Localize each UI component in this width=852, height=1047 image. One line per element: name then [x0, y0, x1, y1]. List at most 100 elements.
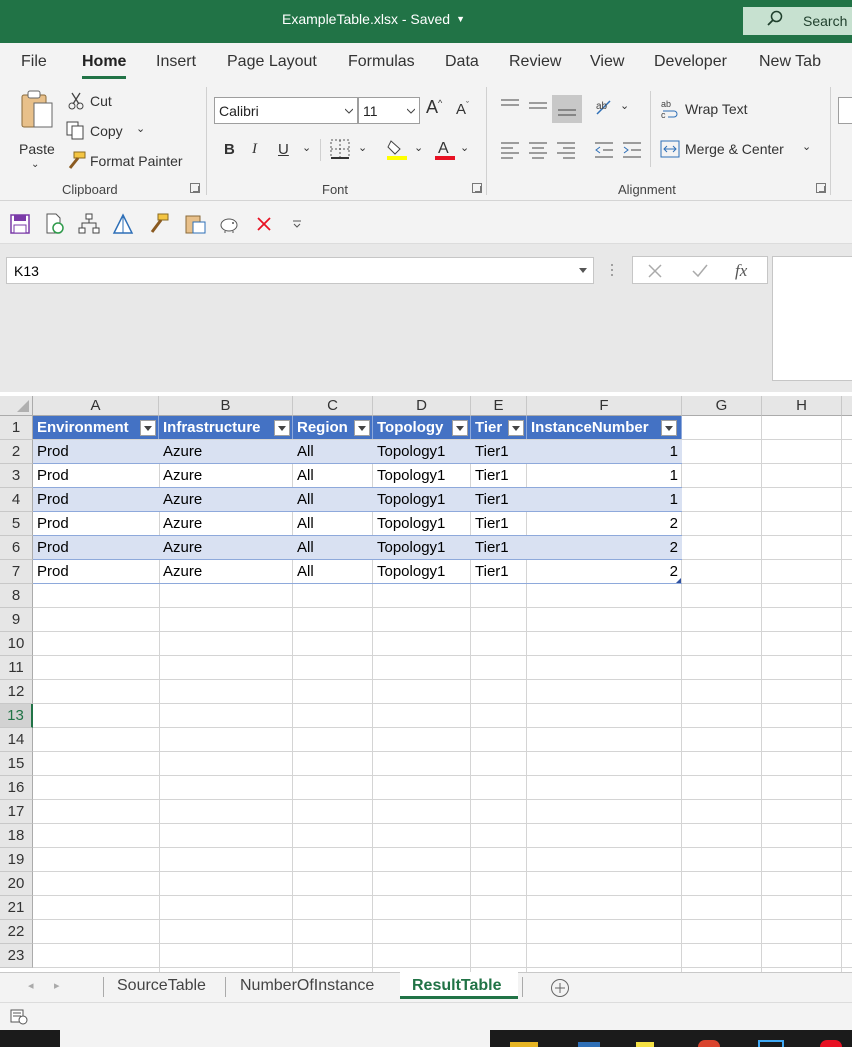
align-bottom-button[interactable] — [552, 95, 582, 123]
decrease-indent-icon[interactable] — [594, 141, 614, 159]
table-header-cell[interactable]: Infrastructure — [159, 416, 293, 439]
taskbar-app-icon[interactable] — [698, 1040, 720, 1047]
table-cell[interactable]: Prod — [33, 440, 159, 463]
table-cell[interactable]: Topology1 — [373, 560, 471, 583]
taskbar-app-icon[interactable] — [758, 1040, 784, 1047]
row-header[interactable]: 6 — [0, 536, 33, 560]
underline-dropdown-icon[interactable]: ⌄ — [302, 141, 311, 154]
row-header[interactable]: 3 — [0, 464, 33, 488]
row-header[interactable]: 22 — [0, 920, 33, 944]
fill-color-dropdown-icon[interactable]: ⌄ — [414, 141, 423, 154]
refresh-document-icon[interactable] — [44, 213, 66, 235]
add-sheet-icon[interactable] — [550, 978, 570, 998]
align-top-icon[interactable] — [500, 98, 520, 114]
row-header[interactable]: 5 — [0, 512, 33, 536]
table-cell[interactable]: All — [293, 536, 373, 559]
table-cell[interactable]: Prod — [33, 512, 159, 535]
piggy-bank-icon[interactable] — [218, 214, 240, 234]
sheet-tab-sourcetable[interactable]: SourceTable — [117, 977, 206, 995]
taskbar-app-icon[interactable] — [636, 1042, 654, 1047]
table-cell[interactable]: Azure — [159, 560, 293, 583]
insert-function-icon[interactable]: fx — [735, 261, 747, 281]
select-all-button[interactable] — [0, 396, 33, 416]
table-cell[interactable]: Tier1 — [471, 560, 527, 583]
macro-recording-icon[interactable] — [10, 1009, 28, 1025]
row-header[interactable]: 18 — [0, 824, 33, 848]
number-format-combo[interactable] — [838, 97, 852, 124]
filter-dropdown-icon[interactable] — [274, 420, 290, 436]
clipboard-launcher-icon[interactable] — [190, 183, 200, 193]
start-area[interactable] — [0, 1030, 60, 1047]
align-center-icon[interactable] — [528, 141, 548, 159]
table-cell[interactable]: Topology1 — [373, 488, 471, 511]
table-header-cell[interactable]: Region — [293, 416, 373, 439]
table-header-cell[interactable]: Topology — [373, 416, 471, 439]
table-cell[interactable]: Tier1 — [471, 440, 527, 463]
merge-dropdown-icon[interactable]: ⌄ — [802, 140, 811, 153]
table-cell[interactable]: All — [293, 464, 373, 487]
taskbar-search[interactable] — [60, 1030, 490, 1047]
column-header[interactable]: A — [33, 396, 159, 416]
cancel-icon[interactable] — [647, 263, 663, 279]
column-header[interactable]: E — [471, 396, 527, 416]
table-cell[interactable]: Topology1 — [373, 536, 471, 559]
row-header[interactable]: 15 — [0, 752, 33, 776]
row-header[interactable]: 13 — [0, 704, 33, 728]
table-cell[interactable]: All — [293, 440, 373, 463]
table-cell[interactable]: 2 — [527, 560, 682, 583]
tab-new-tab[interactable]: New Tab — [759, 53, 821, 71]
merge-center-button[interactable]: Merge & Center ⌄ — [660, 139, 816, 161]
column-header[interactable]: D — [373, 396, 471, 416]
paintbrush-icon[interactable] — [148, 213, 170, 235]
table-cell[interactable]: All — [293, 488, 373, 511]
filter-dropdown-icon[interactable] — [354, 420, 370, 436]
tab-file[interactable]: File — [21, 53, 47, 71]
formula-input[interactable] — [772, 256, 852, 381]
window-title[interactable]: ExampleTable.xlsx - Saved ▼ — [282, 11, 465, 27]
copy-dropdown-icon[interactable]: ⌄ — [136, 122, 145, 135]
align-right-icon[interactable] — [556, 141, 576, 159]
table-cell[interactable]: Prod — [33, 536, 159, 559]
row-header[interactable]: 8 — [0, 584, 33, 608]
customize-toolbar-icon[interactable] — [292, 219, 302, 229]
table-cell[interactable]: Tier1 — [471, 464, 527, 487]
table-cell[interactable]: Topology1 — [373, 512, 471, 535]
column-header[interactable]: H — [762, 396, 842, 416]
row-header[interactable]: 12 — [0, 680, 33, 704]
file-explorer-icon[interactable] — [510, 1042, 538, 1047]
sheet-tab-numberofinstance[interactable]: NumberOfInstance — [240, 977, 374, 995]
row-header[interactable]: 10 — [0, 632, 33, 656]
table-cell[interactable]: Prod — [33, 488, 159, 511]
borders-dropdown-icon[interactable]: ⌄ — [358, 141, 367, 154]
tab-insert[interactable]: Insert — [156, 53, 196, 71]
row-header[interactable]: 17 — [0, 800, 33, 824]
org-chart-icon[interactable] — [78, 213, 100, 235]
alignment-launcher-icon[interactable] — [816, 183, 826, 193]
row-header[interactable]: 7 — [0, 560, 33, 584]
save-icon[interactable] — [10, 214, 30, 234]
increase-indent-icon[interactable] — [622, 141, 642, 159]
table-cell[interactable]: Tier1 — [471, 512, 527, 535]
tab-page-layout[interactable]: Page Layout — [227, 53, 317, 71]
table-header-cell[interactable]: Environment — [33, 416, 159, 439]
filter-dropdown-icon[interactable] — [140, 420, 156, 436]
column-header[interactable]: C — [293, 396, 373, 416]
table-cell[interactable]: Azure — [159, 440, 293, 463]
table-cell[interactable]: Prod — [33, 560, 159, 583]
search-box[interactable]: Search — [743, 7, 852, 35]
confirm-icon[interactable] — [691, 263, 709, 279]
table-cell[interactable]: Tier1 — [471, 488, 527, 511]
row-header[interactable]: 4 — [0, 488, 33, 512]
row-header[interactable]: 21 — [0, 896, 33, 920]
filter-dropdown-icon[interactable] — [452, 420, 468, 436]
align-left-icon[interactable] — [500, 141, 520, 159]
tab-data[interactable]: Data — [445, 53, 479, 71]
borders-icon[interactable] — [330, 139, 350, 159]
italic-button[interactable]: I — [252, 141, 257, 158]
row-header[interactable]: 20 — [0, 872, 33, 896]
row-header[interactable]: 19 — [0, 848, 33, 872]
table-cell[interactable]: Azure — [159, 488, 293, 511]
font-color-dropdown-icon[interactable]: ⌄ — [460, 141, 469, 154]
table-cell[interactable]: Azure — [159, 512, 293, 535]
format-painter-button[interactable]: Format Painter — [66, 151, 192, 171]
